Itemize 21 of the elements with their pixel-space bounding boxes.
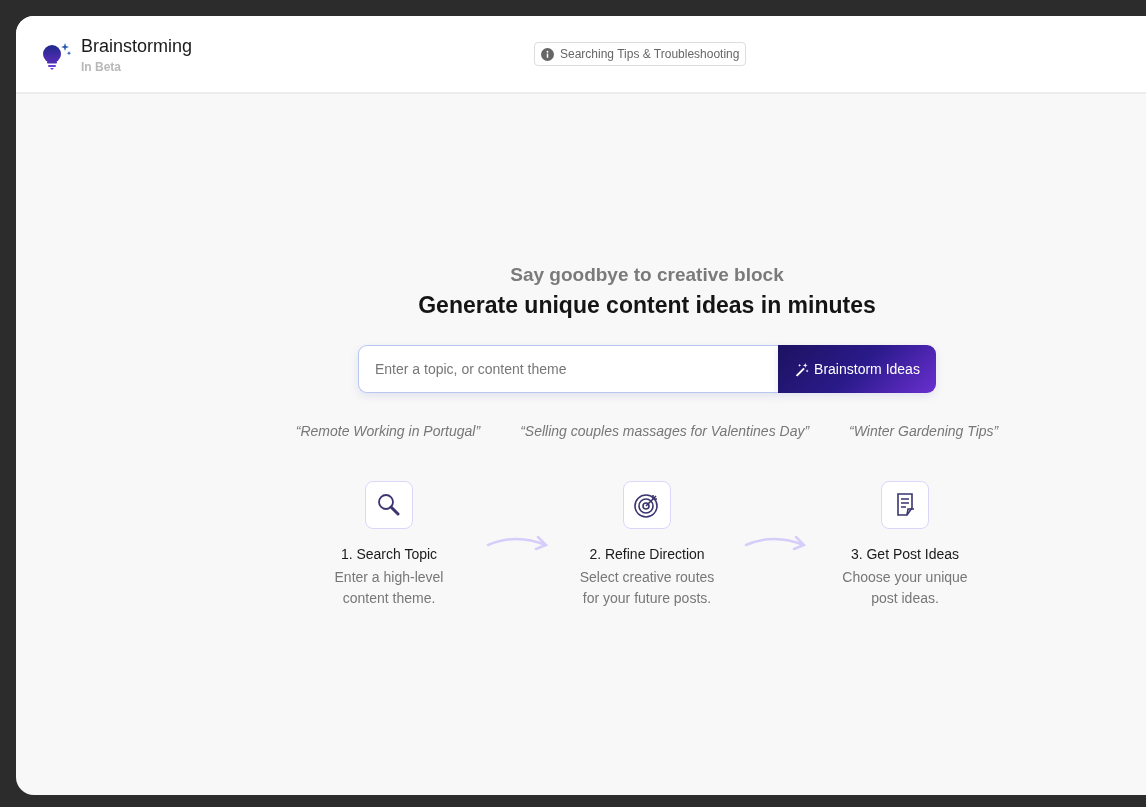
- tagline: Say goodbye to creative block: [510, 264, 784, 286]
- example-topic: “Remote Working in Portugal”: [295, 423, 481, 439]
- magic-wand-icon: [794, 361, 810, 377]
- step-description: Select creative routes for your future posts.: [578, 568, 716, 608]
- headline: Generate unique content ideas in minutes: [418, 292, 876, 319]
- lightbulb-sparkle-icon: [41, 41, 73, 72]
- info-icon: [541, 47, 554, 61]
- brainstorm-ideas-button[interactable]: Brainstorm Ideas: [778, 345, 936, 393]
- example-topic: “Winter Gardening Tips”: [849, 423, 999, 439]
- example-topic: “Selling couples massages for Valentines Day”: [520, 423, 810, 439]
- topic-input-field[interactable]: Enter a topic, or content theme: [358, 345, 778, 393]
- step-description: Choose your unique post ideas.: [841, 568, 969, 608]
- step-title: 3. Get Post Ideas: [850, 546, 960, 562]
- modal-title: Brainstorming: [81, 34, 193, 57]
- step-title: 1. Search Topic: [340, 546, 438, 562]
- target-icon: [633, 491, 661, 519]
- search-icon: [376, 492, 402, 518]
- step-title: 2. Refine Direction: [589, 546, 705, 562]
- step-description: Enter a high-level content theme.: [333, 568, 445, 608]
- beta-label: In Beta: [81, 59, 122, 74]
- tips-button[interactable]: Searching Tips & Troubleshooting: [534, 42, 747, 66]
